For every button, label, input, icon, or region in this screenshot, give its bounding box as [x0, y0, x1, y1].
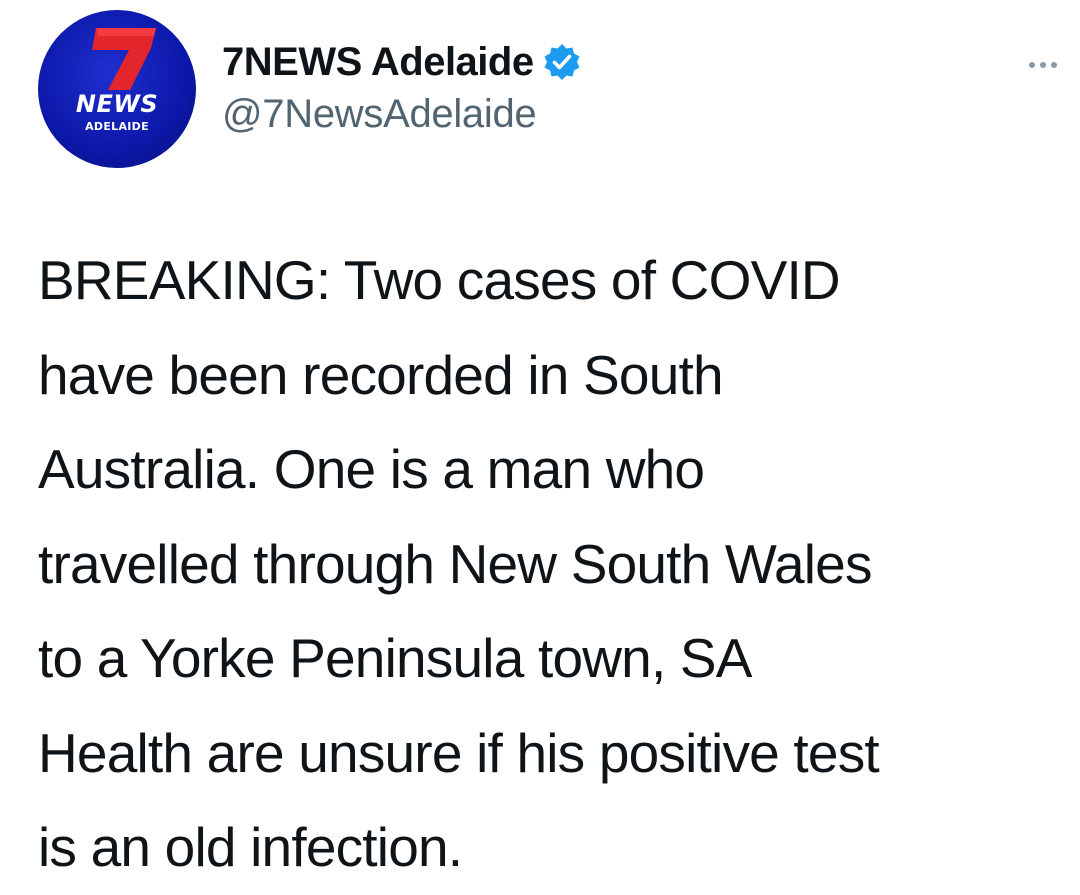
- tweet-text: BREAKING: Two cases of COVID have been r…: [38, 249, 880, 878]
- account-handle[interactable]: @7NewsAdelaide: [222, 92, 582, 137]
- account-names: 7NEWS Adelaide @7NewsAdelaide: [222, 38, 582, 137]
- tweet-header: NEWS ADELAIDE 7NEWS Adelaide @7NewsAdela…: [38, 10, 1057, 170]
- more-options-icon[interactable]: [1013, 50, 1073, 80]
- display-name-row: 7NEWS Adelaide: [222, 38, 582, 86]
- verified-badge-icon: [542, 42, 582, 82]
- tweet-card: NEWS ADELAIDE 7NEWS Adelaide @7NewsAdela…: [0, 0, 1080, 892]
- seven-logo-icon: [92, 28, 156, 90]
- avatar-logo-word: NEWS: [75, 90, 159, 118]
- display-name[interactable]: 7NEWS Adelaide: [222, 40, 534, 85]
- avatar-logo-sub: ADELAIDE: [85, 120, 149, 133]
- avatar[interactable]: NEWS ADELAIDE: [38, 10, 196, 168]
